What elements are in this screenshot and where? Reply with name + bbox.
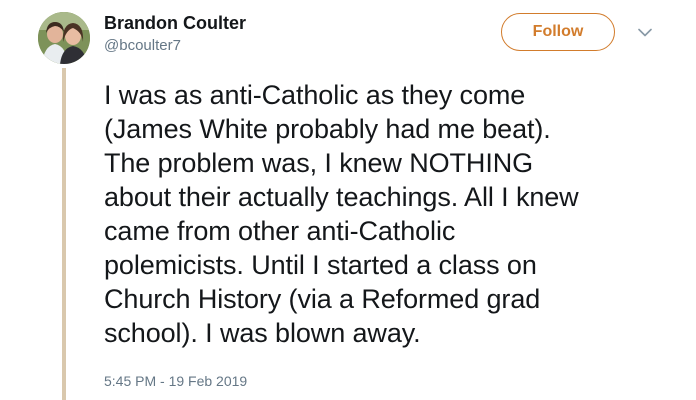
avatar[interactable] bbox=[38, 12, 90, 64]
author-display-name[interactable]: Brandon Coulter bbox=[104, 12, 246, 34]
more-menu-button[interactable] bbox=[633, 22, 657, 42]
tweet-text-line: I was as anti-Catholic as they come bbox=[104, 80, 526, 110]
tweet-text-line: (James White probably had me beat). bbox=[104, 114, 551, 144]
author-handle[interactable]: @bcoulter7 bbox=[104, 36, 181, 56]
tweet-text: I was as anti-Catholic as they come (Jam… bbox=[104, 78, 674, 350]
tweet-timestamp[interactable]: 5:45 PM - 19 Feb 2019 bbox=[104, 372, 247, 390]
thread-line bbox=[62, 68, 66, 400]
tweet-text-line: Church History (via a Reformed grad bbox=[104, 284, 541, 314]
tweet-text-line: school). I was blown away. bbox=[104, 318, 421, 348]
tweet-card: Brandon Coulter @bcoulter7 Follow I was … bbox=[0, 0, 696, 400]
tweet-text-line: about their actually teachings. All I kn… bbox=[104, 182, 579, 212]
chevron-down-icon bbox=[638, 28, 652, 36]
follow-button[interactable]: Follow bbox=[501, 13, 615, 51]
tweet-text-line: came from other anti-Catholic bbox=[104, 216, 456, 246]
tweet-text-line: polemicists. Until I started a class on bbox=[104, 250, 537, 280]
tweet-text-line: The problem was, I knew NOTHING bbox=[104, 148, 534, 178]
avatar-image bbox=[38, 12, 90, 64]
